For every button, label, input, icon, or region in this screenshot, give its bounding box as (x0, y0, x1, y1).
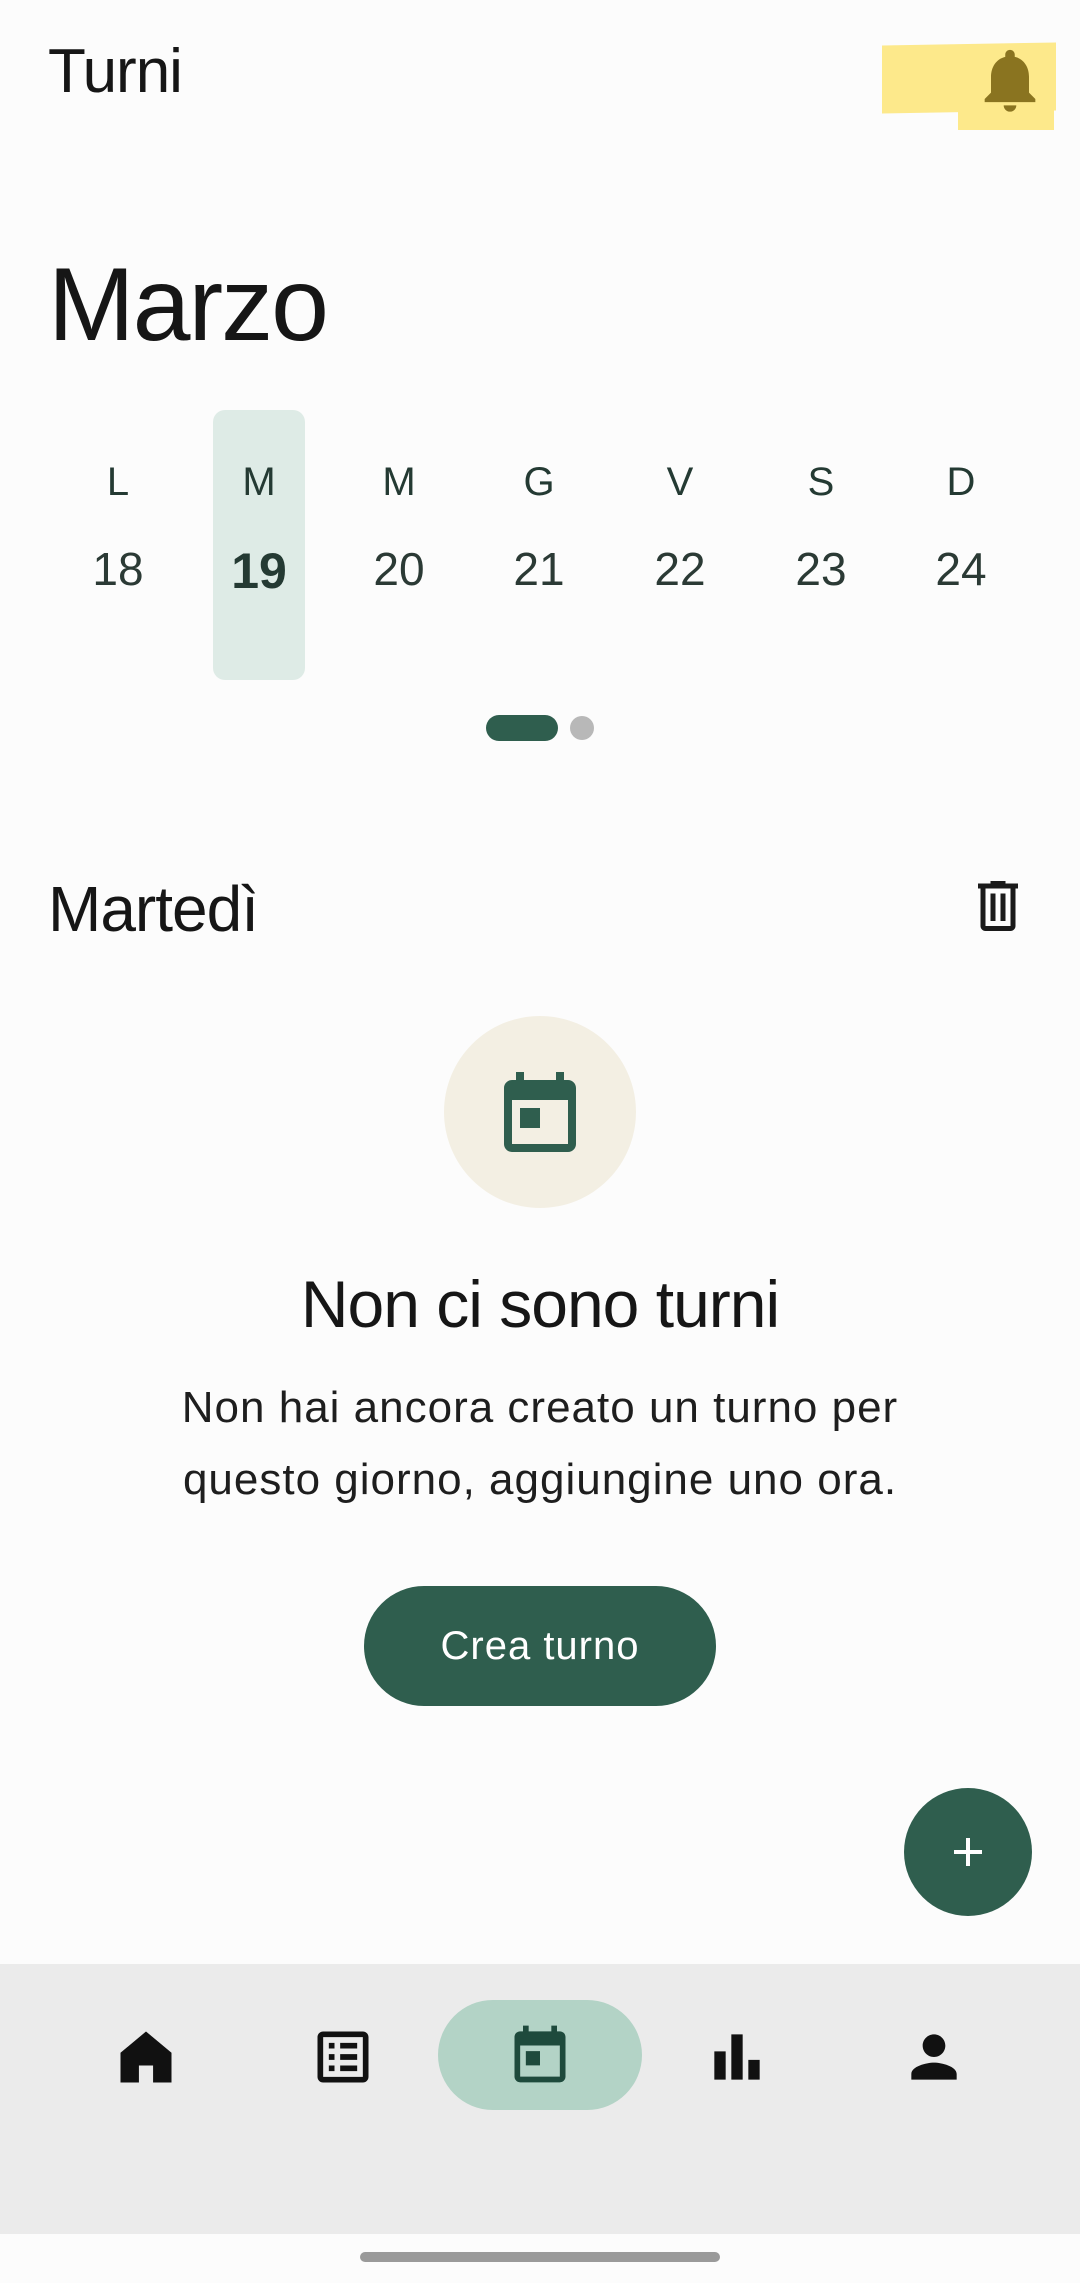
day-cell[interactable]: V 22 (634, 410, 726, 680)
selected-day-title: Martedì (48, 873, 259, 945)
day-letter: M (382, 460, 416, 504)
week-strip[interactable]: L 18 M 19 M 20 G 21 V 22 S 23 D 24 (48, 410, 1032, 680)
shifts-screen: Turni Marzo L 18 M 19 M 20 G 21 V 22 S 2… (0, 0, 1080, 2283)
month-title: Marzo (48, 247, 329, 363)
day-cell-selected[interactable]: M 19 (213, 410, 305, 680)
home-icon (120, 2031, 172, 2083)
day-cell[interactable]: S 23 (775, 410, 867, 680)
list-icon (317, 2031, 369, 2083)
nav-stats[interactable] (667, 2000, 807, 2110)
day-letter: V (666, 460, 694, 504)
day-number: 24 (935, 543, 987, 595)
trash-icon[interactable] (968, 876, 1028, 936)
day-cell[interactable]: D 24 (915, 410, 1007, 680)
empty-state-line: Non hai ancora creato un turno per (181, 1383, 899, 1432)
day-letter: L (106, 460, 130, 504)
empty-state-badge (444, 1016, 636, 1208)
day-number: 18 (92, 543, 144, 595)
nav-list[interactable] (273, 2000, 413, 2110)
person-icon (911, 2034, 957, 2080)
nav-profile[interactable] (864, 2000, 1004, 2110)
nav-calendar-active[interactable] (438, 2000, 642, 2110)
day-number: 19 (231, 543, 287, 599)
day-number: 22 (654, 543, 706, 595)
calendar-icon (514, 2025, 566, 2083)
day-number: 23 (795, 543, 847, 595)
day-letter: M (242, 460, 276, 504)
pager-dot[interactable] (570, 716, 594, 740)
bell-icon (984, 49, 1036, 112)
add-shift-fab[interactable] (904, 1788, 1032, 1916)
home-indicator[interactable] (360, 2252, 720, 2262)
empty-state-message: Non hai ancora creato un turno per quest… (120, 1372, 960, 1516)
empty-state-title: Non ci sono turni (300, 1267, 780, 1341)
calendar-icon (504, 1072, 576, 1152)
create-shift-button[interactable]: Crea turno (364, 1586, 716, 1706)
day-cell[interactable]: L 18 (72, 410, 164, 680)
bottom-navigation (0, 1964, 1080, 2234)
empty-state-line: questo giorno, aggiungine uno ora. (182, 1455, 898, 1504)
notifications-button[interactable] (882, 40, 1056, 140)
plus-icon (954, 1838, 982, 1866)
day-cell[interactable]: M 20 (353, 410, 445, 680)
nav-home[interactable] (76, 2000, 216, 2110)
bar-chart-icon (714, 2034, 760, 2080)
day-letter: D (946, 460, 976, 504)
pager-dot-active[interactable] (486, 715, 558, 741)
day-number: 21 (513, 543, 565, 595)
day-cell[interactable]: G 21 (493, 410, 585, 680)
app-title: Turni (48, 37, 183, 106)
day-letter: G (523, 460, 555, 504)
day-number: 20 (373, 543, 425, 595)
day-letter: S (807, 460, 835, 504)
